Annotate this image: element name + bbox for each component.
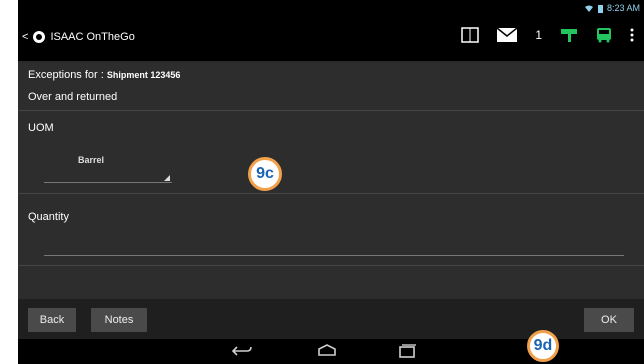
exception-subtitle: Over and returned xyxy=(28,91,118,103)
app-logo-icon xyxy=(32,30,46,44)
status-bar: 8:23 AM xyxy=(18,0,644,17)
bus-icon[interactable] xyxy=(596,27,612,43)
quantity-input[interactable] xyxy=(44,255,624,256)
exceptions-form: Exceptions for : Shipment 123456 Over an… xyxy=(18,63,644,299)
exceptions-header: Exceptions for : Shipment 123456 xyxy=(28,69,180,81)
app-home-button[interactable]: < ISAAC OnTheGo xyxy=(22,30,135,44)
mail-count: 1 xyxy=(535,28,542,42)
divider xyxy=(18,193,644,194)
home-nav-icon[interactable] xyxy=(316,343,338,359)
callout-9d: 9d xyxy=(527,330,559,362)
battery-icon xyxy=(597,4,603,13)
overflow-menu-icon[interactable] xyxy=(630,28,634,42)
uom-label: UOM xyxy=(28,122,54,134)
exceptions-label: Exceptions for : xyxy=(28,69,104,81)
mail-icon[interactable] xyxy=(497,28,518,42)
back-caret-icon: < xyxy=(22,31,29,43)
app-title: ISAAC OnTheGo xyxy=(50,31,135,43)
status-time: 8:23 AM xyxy=(606,3,640,13)
app-bar: < ISAAC OnTheGo 1 xyxy=(18,17,644,63)
divider xyxy=(18,265,644,266)
back-button[interactable]: Back xyxy=(28,308,76,332)
recents-nav-icon[interactable] xyxy=(396,343,418,359)
back-nav-icon[interactable] xyxy=(231,343,253,359)
calendar-icon[interactable] xyxy=(461,27,480,43)
device-screen: 8:23 AM < ISAAC OnTheGo 1 Exceptions for… xyxy=(18,0,644,364)
divider xyxy=(18,110,644,111)
select-underline xyxy=(44,182,172,183)
quantity-label: Quantity xyxy=(28,211,69,223)
notes-button[interactable]: Notes xyxy=(91,308,147,332)
dropdown-caret-icon xyxy=(164,175,170,181)
ok-button[interactable]: OK xyxy=(584,308,634,332)
wifi-icon xyxy=(584,4,594,13)
shipment-id: Shipment 123456 xyxy=(106,70,181,80)
uom-selected-value: Barrel xyxy=(78,155,105,165)
signal-icon[interactable] xyxy=(560,27,578,43)
uom-select[interactable]: Barrel xyxy=(44,155,172,183)
callout-9c: 9c xyxy=(248,157,282,191)
